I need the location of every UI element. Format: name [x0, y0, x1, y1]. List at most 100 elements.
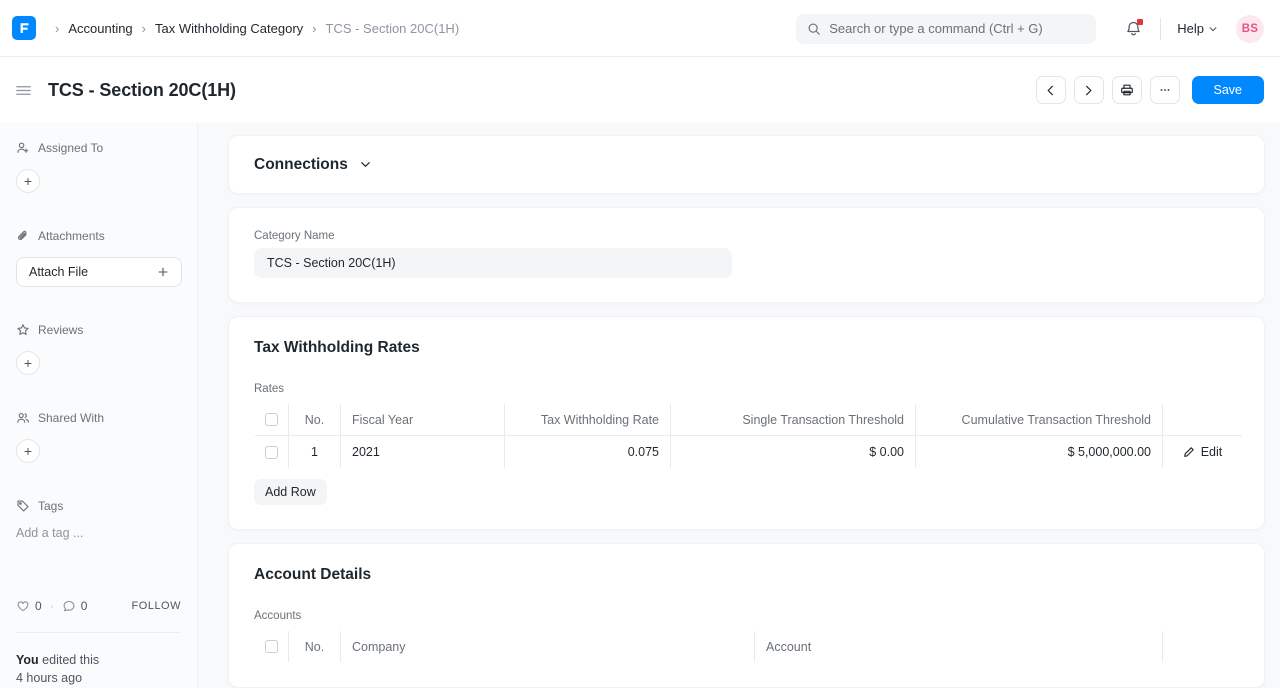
navbar-divider: [1160, 17, 1162, 40]
activity-action: edited this: [42, 653, 100, 667]
rates-body: Tax Withholding Rates Rates No. Fiscal Y…: [229, 317, 1264, 529]
form-sidebar: Assigned To + Attachments Attach File Re…: [0, 123, 198, 688]
next-document-button[interactable]: [1073, 76, 1104, 104]
select-all-cell: [255, 404, 289, 436]
breadcrumb-item-tax-withholding-category[interactable]: Tax Withholding Category: [155, 21, 303, 36]
page-header-actions: Save: [1035, 76, 1264, 104]
add-row-button[interactable]: Add Row: [254, 479, 327, 505]
pencil-icon: [1183, 446, 1195, 458]
page-header: TCS - Section 20C(1H) Save: [0, 57, 1280, 123]
select-all-cell: [255, 631, 289, 662]
add-review-button[interactable]: +: [16, 351, 40, 375]
like-count[interactable]: 0: [16, 599, 42, 613]
more-actions-button[interactable]: [1149, 76, 1180, 104]
sidebar-section-attachments: Attachments Attach File: [16, 225, 182, 287]
category-name-label: Category Name: [254, 230, 335, 242]
add-tag-input[interactable]: Add a tag ...: [16, 526, 181, 540]
accounts-table-head: No. Company Account: [255, 631, 1242, 662]
tags-header: Tags: [16, 495, 181, 517]
rates-section-title: Tax Withholding Rates: [254, 339, 420, 356]
stats-separator: ·: [49, 599, 54, 613]
attach-file-button[interactable]: Attach File: [16, 257, 182, 287]
add-shared-user-button[interactable]: +: [16, 439, 40, 463]
breadcrumb-separator: ›: [55, 20, 60, 36]
activity-time: 4 hours ago: [16, 671, 83, 685]
print-button[interactable]: [1111, 76, 1142, 104]
connections-title: Connections: [254, 155, 348, 173]
edit-row-button[interactable]: Edit: [1163, 436, 1242, 468]
navbar-actions: Search or type a command (Ctrl + G) Help…: [796, 0, 1264, 57]
heart-icon: [16, 599, 30, 613]
cell-fiscal-year[interactable]: 2021: [340, 435, 505, 468]
column-header-fiscal-year: Fiscal Year: [340, 404, 505, 436]
chevron-down-icon[interactable]: [359, 158, 372, 171]
search-input[interactable]: Search or type a command (Ctrl + G): [796, 13, 1097, 44]
save-button[interactable]: Save: [1191, 76, 1264, 104]
select-all-checkbox[interactable]: [265, 413, 278, 426]
app-logo-icon[interactable]: [12, 16, 36, 40]
column-header-account: Account: [754, 631, 1163, 662]
star-icon: [16, 323, 30, 337]
account-details-body: Account Details Accounts No. Company Acc…: [229, 544, 1264, 687]
column-header-company: Company: [340, 631, 755, 662]
cell-cumulative-transaction-threshold[interactable]: $ 5,000,000.00: [915, 435, 1163, 468]
reviews-label: Reviews: [38, 323, 84, 337]
column-header-single-transaction-threshold: Single Transaction Threshold: [670, 404, 916, 436]
follow-button[interactable]: FOLLOW: [132, 600, 181, 612]
breadcrumb-separator: ›: [312, 20, 317, 36]
cell-tax-withholding-rate[interactable]: 0.075: [504, 435, 671, 468]
rates-grid-label: Rates: [254, 383, 285, 395]
activity-item: You edited this 4 hours ago: [16, 651, 181, 687]
sidebar-section-shared-with: Shared With +: [16, 407, 181, 463]
assigned-to-header: Assigned To: [16, 137, 181, 159]
edit-label: Edit: [1200, 445, 1223, 459]
search-icon: [807, 22, 821, 36]
table-header-row: No. Company Account: [255, 631, 1242, 662]
table-row[interactable]: 1 2021 0.075 $ 0.00 $ 5,000,000.00 Edit: [255, 435, 1242, 468]
paperclip-icon: [16, 229, 30, 243]
sidebar-section-reviews: Reviews +: [16, 319, 181, 375]
attachments-header: Attachments: [16, 225, 181, 247]
category-name-input[interactable]: TCS - Section 20C(1H): [254, 248, 732, 278]
sidebar-divider: [16, 632, 181, 633]
page-title: TCS - Section 20C(1H): [48, 79, 236, 100]
column-header-actions: [1162, 404, 1242, 436]
like-count-value: 0: [35, 599, 42, 613]
help-label: Help: [1177, 21, 1204, 36]
comment-count[interactable]: 0: [62, 599, 88, 613]
page-body: Assigned To + Attachments Attach File Re…: [0, 123, 1280, 688]
plus-icon: [157, 266, 169, 278]
column-header-no: No.: [288, 631, 341, 662]
rates-table-head: No. Fiscal Year Tax Withholding Rate Sin…: [255, 404, 1242, 436]
activity-log: You edited this 4 hours ago You created …: [16, 651, 181, 688]
add-assignment-button[interactable]: +: [16, 169, 40, 193]
rates-table-body: 1 2021 0.075 $ 0.00 $ 5,000,000.00 Edit: [255, 435, 1242, 468]
connections-card[interactable]: Connections: [228, 135, 1265, 194]
notifications-button[interactable]: [1122, 18, 1144, 40]
printer-icon: [1120, 83, 1134, 97]
tags-label: Tags: [38, 499, 64, 513]
assigned-to-label: Assigned To: [38, 141, 104, 155]
row-checkbox[interactable]: [265, 445, 278, 459]
shared-with-label: Shared With: [38, 411, 105, 425]
cell-single-transaction-threshold[interactable]: $ 0.00: [670, 435, 916, 468]
previous-document-button[interactable]: [1035, 76, 1066, 104]
rates-table: No. Fiscal Year Tax Withholding Rate Sin…: [254, 403, 1243, 469]
cell-row-number: 1: [288, 435, 341, 468]
select-all-checkbox[interactable]: [265, 640, 278, 653]
help-menu[interactable]: Help: [1177, 21, 1218, 36]
breadcrumb-item-accounting[interactable]: Accounting: [68, 21, 132, 36]
comment-count-value: 0: [80, 599, 88, 613]
sidebar-toggle-icon[interactable]: [14, 81, 33, 100]
column-header-actions: [1162, 631, 1242, 662]
tag-icon: [16, 499, 30, 513]
shared-with-header: Shared With: [16, 407, 181, 429]
category-name-body: Category Name TCS - Section 20C(1H): [229, 208, 1264, 302]
sidebar-section-assigned-to: Assigned To +: [16, 137, 181, 193]
attachments-label: Attachments: [38, 229, 105, 243]
form-main-area: Connections Category Name TCS - Section …: [198, 123, 1280, 688]
avatar[interactable]: BS: [1236, 14, 1264, 43]
